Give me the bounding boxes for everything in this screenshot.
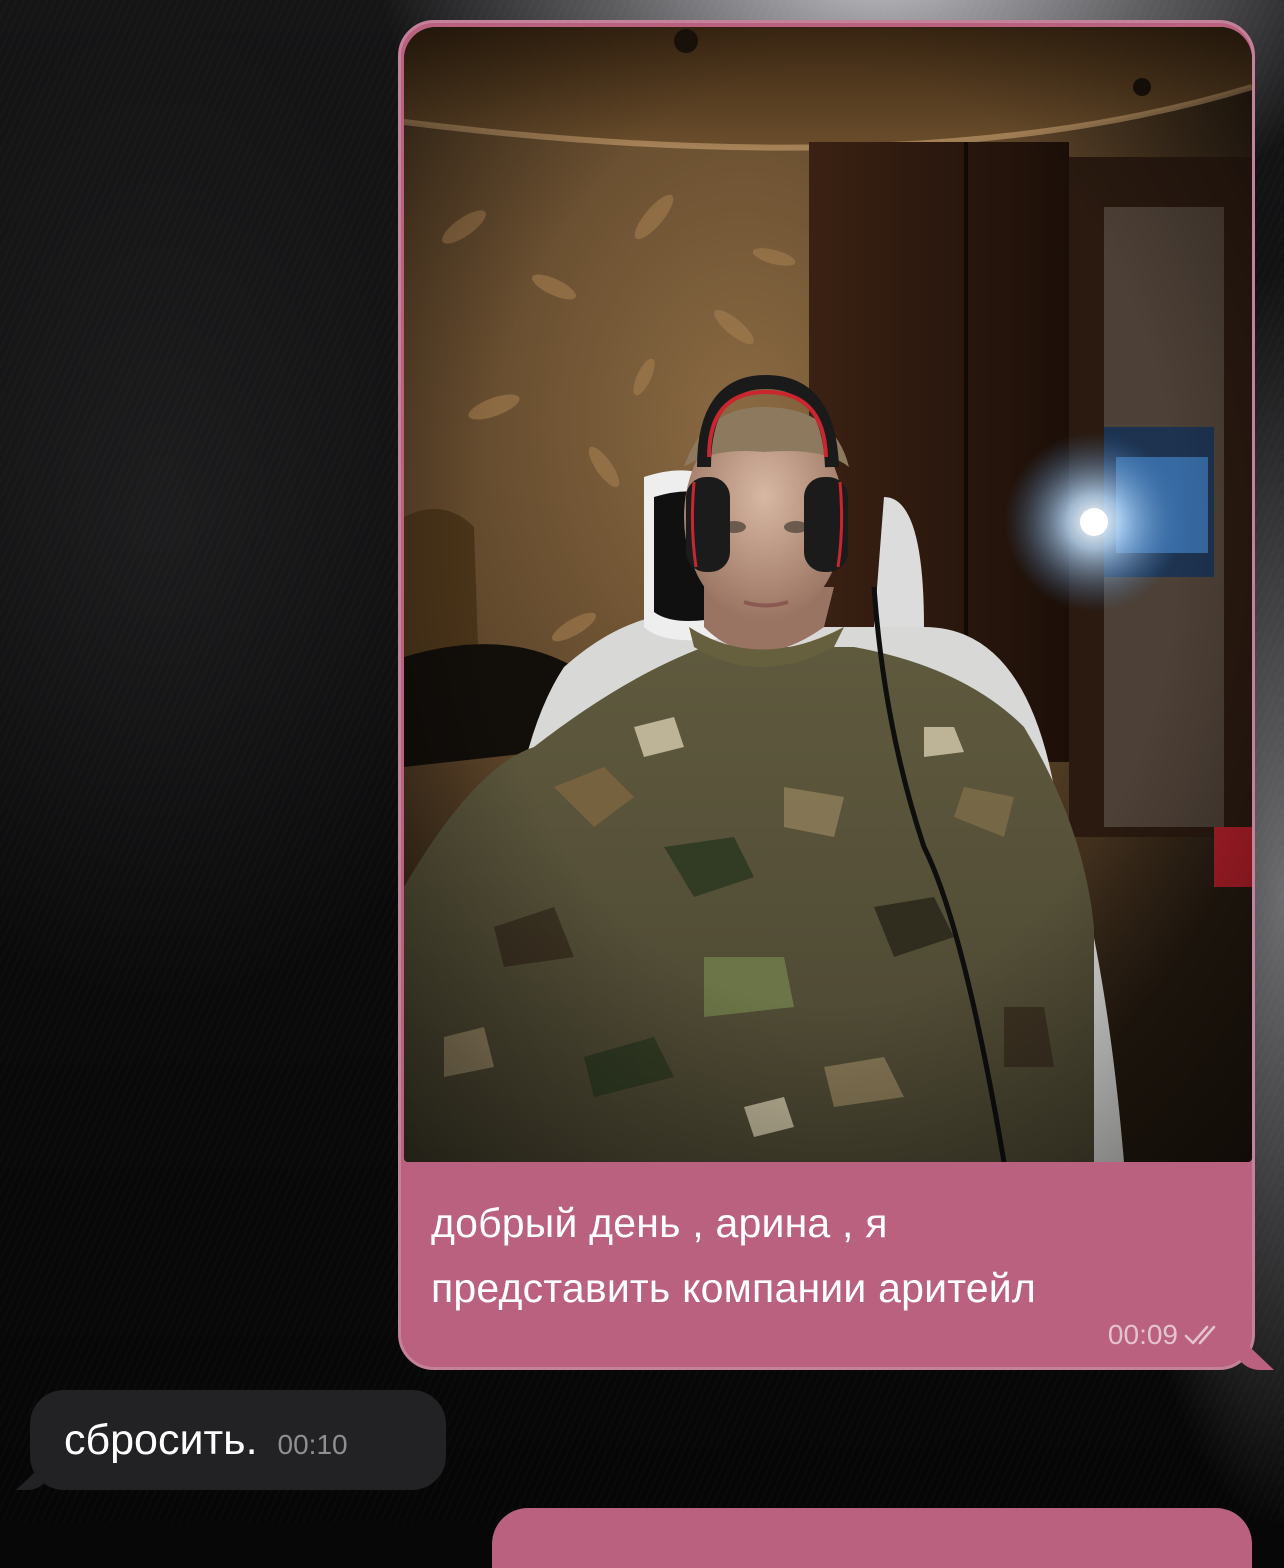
- incoming-text-message[interactable]: сбросить. 00:10: [16, 1390, 446, 1490]
- message-caption: добрый день , арина , я представить комп…: [431, 1200, 1036, 1311]
- outgoing-message-partial[interactable]: [492, 1508, 1252, 1568]
- message-time: 00:10: [277, 1429, 348, 1460]
- message-time: 00:09: [1107, 1319, 1178, 1350]
- message-photo[interactable]: [404, 27, 1252, 1162]
- outgoing-photo-message[interactable]: добрый день , арина , я представить комп…: [398, 20, 1274, 1370]
- read-double-check-icon: [1184, 1325, 1216, 1345]
- message-text: сбросить.: [64, 1415, 258, 1464]
- message-meta: 00:09: [1108, 1319, 1224, 1351]
- photo-image: [404, 27, 1252, 1162]
